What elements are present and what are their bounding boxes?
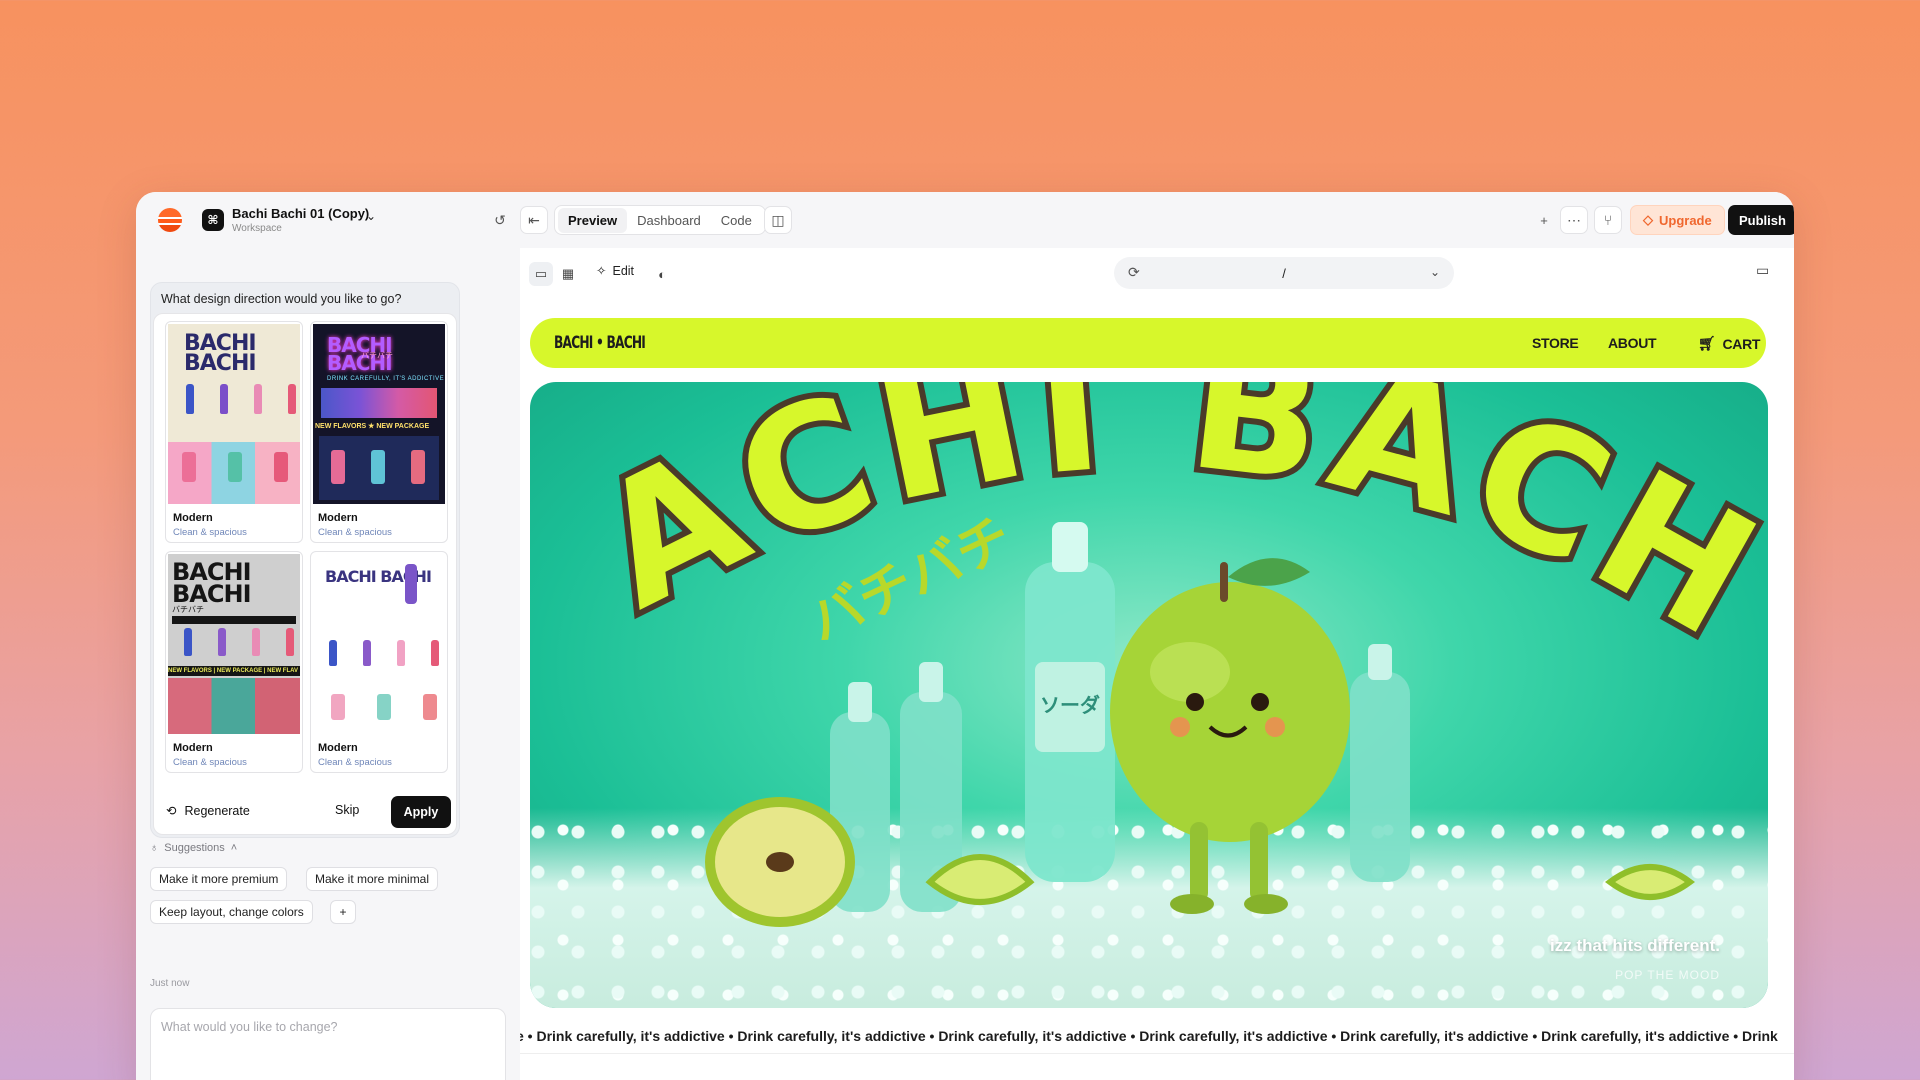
option-subtitle: Clean & spacious bbox=[318, 757, 392, 768]
chat-input-box bbox=[150, 1008, 506, 1080]
split-view-icon[interactable]: ◫ bbox=[764, 206, 792, 234]
branch-icon[interactable]: ⑂ bbox=[1594, 206, 1622, 234]
url-path: / bbox=[1282, 265, 1286, 281]
suggestion-chip[interactable]: Keep layout, change colors bbox=[150, 900, 313, 924]
nav-about[interactable]: ABOUT bbox=[1608, 335, 1657, 351]
preview-toolbar: ▭ ▦ ✧ Edit ◐ ⟳ / ⌄ ▭ ⌄ ⤢ bbox=[520, 248, 1794, 300]
site-preview: BACHI • BACHI STORE ABOUT 🛒︎ CART BACHI … bbox=[520, 300, 1794, 1080]
suggestion-chip[interactable]: Make it more minimal bbox=[306, 867, 439, 891]
option-title: Modern bbox=[318, 742, 358, 754]
grid-view-icon[interactable]: ▦ bbox=[556, 262, 580, 286]
single-view-icon[interactable]: ▭ bbox=[529, 262, 553, 286]
option-subtitle: Clean & spacious bbox=[173, 757, 247, 768]
refresh-icon: ⟲ bbox=[166, 804, 177, 818]
tab-preview[interactable]: Preview bbox=[558, 207, 628, 233]
thumb-sub: DRINK CAREFULLY, IT'S ADDICTIVE bbox=[327, 376, 445, 382]
cart-label: CART bbox=[1722, 335, 1761, 352]
design-direction-card: What design direction would you like to … bbox=[150, 282, 460, 838]
history-icon[interactable]: ↺ bbox=[486, 206, 514, 234]
question-text: What design direction would you like to … bbox=[161, 292, 402, 306]
thumb-jp: バチバチ bbox=[172, 605, 204, 614]
edit-button[interactable]: ✧ Edit bbox=[596, 263, 635, 279]
message-timestamp: Just now bbox=[150, 978, 190, 989]
nav-cart[interactable]: 🛒︎ CART bbox=[1698, 335, 1760, 352]
thumb-banner: NEW FLAVORS ★ NEW PACKAGE bbox=[315, 423, 430, 430]
palette-icon[interactable]: ◐ bbox=[650, 262, 674, 286]
design-option-3[interactable]: BACHI BACHI バチバチ NEW FLAVORS | NEW PACKA… bbox=[165, 551, 303, 773]
skip-button[interactable]: Skip bbox=[335, 803, 359, 817]
cart-icon: 🛒︎ bbox=[1698, 335, 1716, 351]
thumb-title: BACHI BACHI bbox=[184, 331, 257, 376]
chat-input[interactable] bbox=[151, 1009, 505, 1080]
hero-subtagline: POP THE MOOD bbox=[1615, 968, 1720, 982]
more-icon[interactable]: ⋯ bbox=[1560, 206, 1588, 234]
chat-panel: What design direction would you like to … bbox=[136, 248, 520, 1080]
design-actions: ⟲ Regenerate Skip Apply bbox=[166, 796, 451, 828]
top-bar: ⌘ Bachi Bachi 01 (Copy) Workspace ⌄ ↺ ⇤ … bbox=[136, 192, 1794, 248]
suggestion-chip[interactable]: Make it more premium bbox=[150, 867, 288, 891]
add-suggestion-button[interactable]: + bbox=[330, 900, 356, 924]
project-icon: ⌘ bbox=[202, 209, 224, 231]
regenerate-button[interactable]: ⟲ Regenerate bbox=[166, 803, 250, 819]
suggestions-toggle[interactable]: ♁ Suggestions ˄ bbox=[150, 842, 237, 854]
option-thumbnail: BACHI BACHI バチバチ NEW FLAVORS | NEW PACKA… bbox=[168, 554, 300, 734]
option-subtitle: Clean & spacious bbox=[318, 527, 392, 538]
view-tabs: Preview Dashboard Code bbox=[554, 205, 766, 235]
option-title: Modern bbox=[173, 512, 213, 524]
tab-code[interactable]: Code bbox=[711, 208, 762, 233]
option-thumbnail: BACHI BACHI バチバチ DRINK CAREFULLY, IT'S A… bbox=[313, 324, 445, 504]
gem-icon: ◇ bbox=[1643, 212, 1653, 227]
collapse-panel-icon[interactable]: ⇤ bbox=[520, 206, 548, 234]
url-bar[interactable]: ⟳ / ⌄ bbox=[1114, 257, 1454, 289]
cursor-sparkle-icon: ✧ bbox=[596, 264, 607, 278]
design-options-grid: BACHI BACHI Modern Clean & spacious BACH… bbox=[153, 313, 457, 835]
desktop-icon[interactable]: ▭ bbox=[1756, 262, 1769, 279]
tab-dashboard[interactable]: Dashboard bbox=[627, 208, 711, 233]
thumb-jp: バチバチ bbox=[361, 351, 393, 360]
edit-label: Edit bbox=[612, 263, 635, 278]
lightbulb-icon: ♁ bbox=[150, 842, 159, 854]
thumb-banner: NEW FLAVORS | NEW PACKAGE | NEW FLAV bbox=[168, 666, 300, 676]
publish-button[interactable]: Publish bbox=[1728, 205, 1794, 235]
project-workspace: Workspace bbox=[232, 223, 282, 234]
hero-tagline: izz that hits different. bbox=[1550, 936, 1720, 955]
option-title: Modern bbox=[318, 512, 358, 524]
upgrade-label: Upgrade bbox=[1659, 212, 1712, 228]
nav-store[interactable]: STORE bbox=[1532, 335, 1579, 351]
site-nav: BACHI • BACHI STORE ABOUT 🛒︎ CART bbox=[530, 318, 1766, 368]
option-subtitle: Clean & spacious bbox=[173, 527, 247, 538]
design-option-4[interactable]: BACHI BACHI Modern Clean & spacious bbox=[310, 551, 448, 773]
option-thumbnail: BACHI BACHI bbox=[168, 324, 300, 504]
regenerate-label: Regenerate bbox=[184, 803, 250, 818]
app-logo[interactable] bbox=[158, 208, 182, 232]
apple-mascot bbox=[1110, 558, 1350, 914]
option-thumbnail: BACHI BACHI bbox=[313, 554, 445, 734]
suggestions-label: Suggestions bbox=[164, 842, 225, 854]
project-name[interactable]: Bachi Bachi 01 (Copy) bbox=[232, 206, 369, 221]
marquee-banner: e • Drink carefully, it's addictive • Dr… bbox=[520, 1018, 1794, 1054]
marquee-text: e • Drink carefully, it's addictive • Dr… bbox=[520, 1028, 1778, 1044]
chevron-down-icon[interactable]: ⌄ bbox=[1430, 265, 1440, 279]
thumb-title: BACHI BACHI bbox=[172, 558, 252, 608]
bottle-label: ソーダ bbox=[1040, 693, 1100, 717]
plus-icon[interactable]: + bbox=[1530, 206, 1558, 234]
hero-banner: BACHI BACHI バチバチ ソーダ bbox=[530, 382, 1768, 1008]
chevron-down-icon[interactable]: ⌄ bbox=[366, 209, 376, 223]
apply-button[interactable]: Apply bbox=[391, 796, 451, 828]
site-logo[interactable]: BACHI • BACHI bbox=[554, 333, 646, 353]
app-window: ⌘ Bachi Bachi 01 (Copy) Workspace ⌄ ↺ ⇤ … bbox=[136, 192, 1794, 1080]
upgrade-button[interactable]: ◇ Upgrade bbox=[1630, 205, 1725, 235]
chevron-up-icon: ˄ bbox=[230, 842, 238, 854]
design-option-1[interactable]: BACHI BACHI Modern Clean & spacious bbox=[165, 321, 303, 543]
design-option-2[interactable]: BACHI BACHI バチバチ DRINK CAREFULLY, IT'S A… bbox=[310, 321, 448, 543]
hero-artwork: BACHI BACHI バチバチ ソーダ bbox=[530, 382, 1768, 927]
option-title: Modern bbox=[173, 742, 213, 754]
